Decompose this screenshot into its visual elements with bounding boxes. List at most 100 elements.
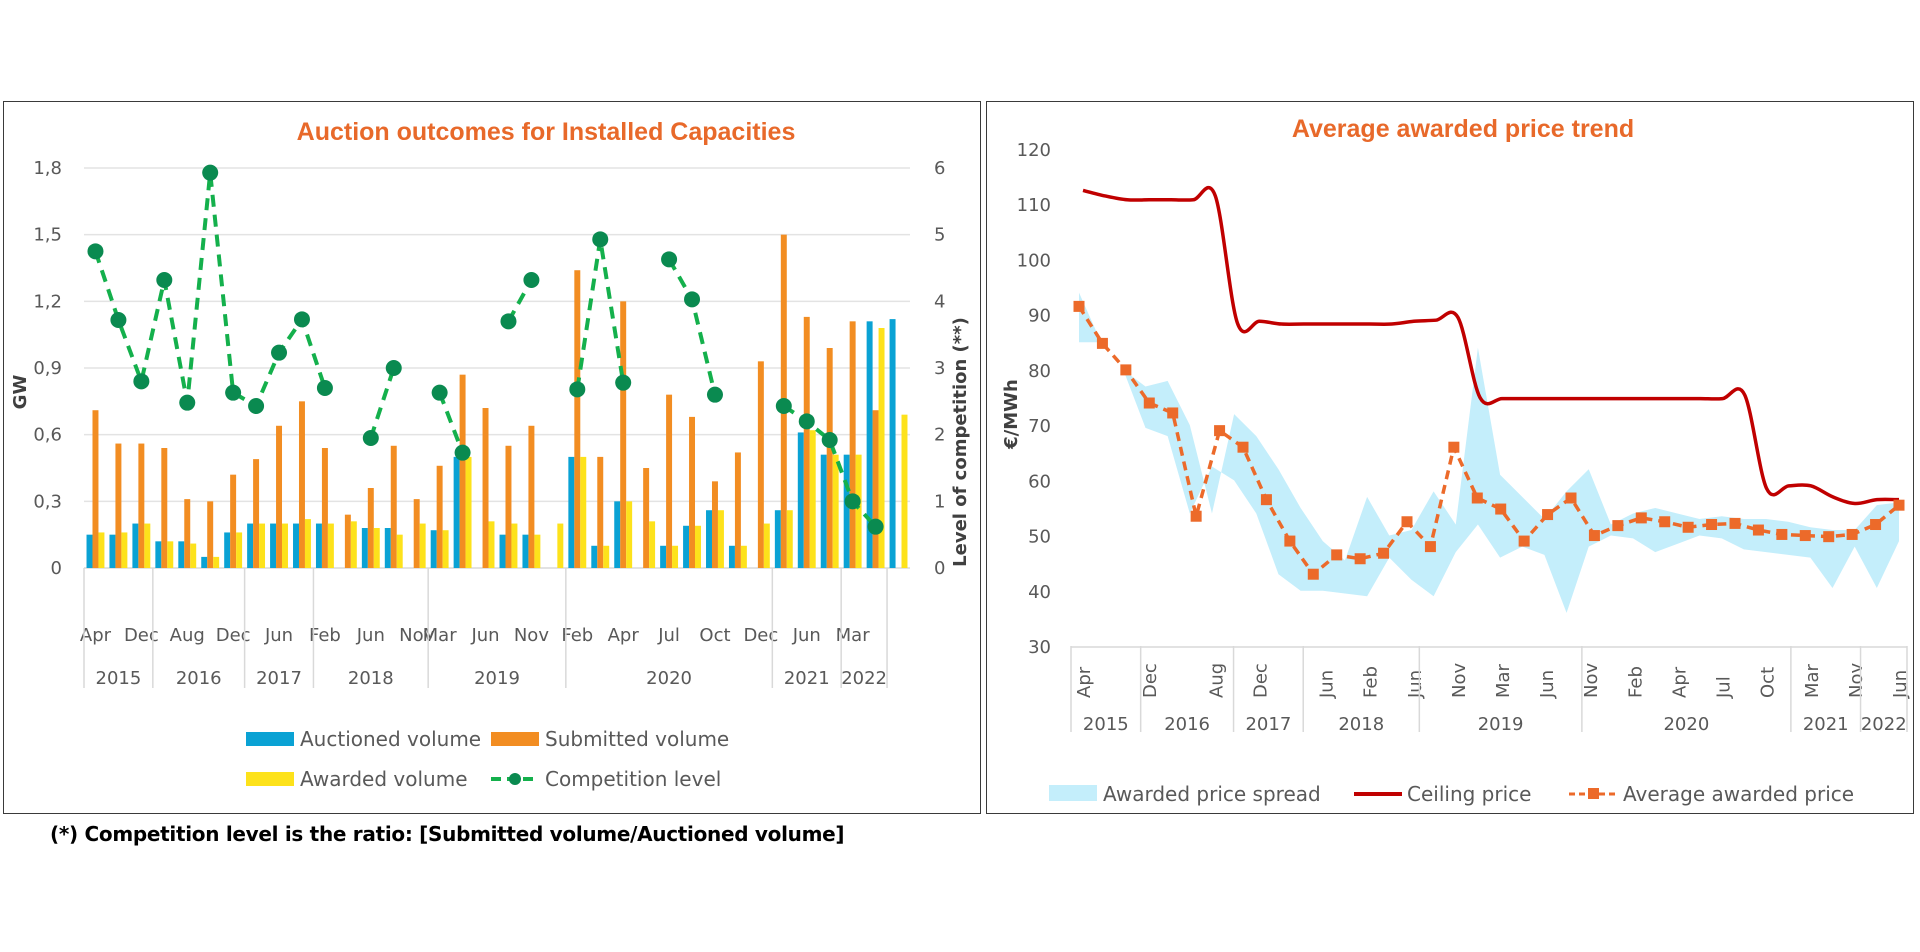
- average-price-marker: [1120, 364, 1132, 376]
- bar-submitted: [92, 410, 99, 568]
- bar-awarded: [901, 414, 908, 568]
- bar-submitted: [711, 481, 718, 568]
- competition-line: [368, 367, 396, 439]
- year-label: 2019: [474, 668, 520, 689]
- competition-point: [431, 384, 448, 401]
- average-price-marker: [1799, 530, 1811, 542]
- average-price-marker: [1331, 549, 1343, 561]
- y-tick-label: 120: [1017, 140, 1051, 161]
- bar-awarded: [190, 543, 197, 568]
- average-price-marker: [1495, 503, 1507, 515]
- legend-label-average: Average awarded price: [1623, 782, 1854, 806]
- y2-tick-label: 3: [934, 358, 945, 379]
- legend-label-competition: Competition level: [545, 767, 721, 791]
- competition-point: [225, 384, 242, 401]
- average-price-marker: [1893, 499, 1905, 511]
- bar-submitted: [803, 316, 810, 568]
- bar-submitted: [482, 408, 489, 568]
- bar-auctioned: [591, 545, 598, 568]
- competition-point: [706, 386, 723, 403]
- year-label: 2018: [348, 668, 394, 689]
- bar-auctioned: [178, 541, 185, 568]
- y2-axis-title: Level of competition (**): [950, 317, 971, 567]
- bar-awarded: [304, 519, 311, 568]
- bar-awarded: [649, 521, 656, 568]
- bar-awarded: [98, 532, 105, 568]
- competition-point: [844, 493, 861, 510]
- competition-point: [592, 231, 609, 248]
- bar-awarded: [534, 534, 541, 568]
- year-label: 2022: [841, 668, 887, 689]
- year-label: 2019: [1478, 714, 1524, 735]
- bar-submitted: [276, 425, 283, 568]
- bar-submitted: [184, 499, 191, 568]
- bar-auctioned: [660, 545, 667, 568]
- y-axis-title: €/MWh: [1001, 379, 1022, 450]
- bar-submitted: [574, 270, 581, 568]
- bar-auctioned: [224, 532, 231, 568]
- y-tick-label: 90: [1028, 306, 1051, 327]
- bar-auctioned: [568, 456, 575, 568]
- bar-submitted: [734, 452, 741, 568]
- bar-awarded: [809, 430, 816, 568]
- average-price-marker: [1073, 300, 1085, 312]
- average-price-marker: [1448, 441, 1460, 453]
- bar-awarded: [465, 456, 472, 568]
- year-label: 2015: [1083, 714, 1129, 735]
- price-trend-chart-panel: Average awarded price trend 30 40 50 60 70 80…: [986, 101, 1914, 814]
- bar-auctioned: [201, 556, 208, 568]
- competition-line: [93, 172, 327, 409]
- competition-point: [821, 432, 838, 448]
- average-price-marker: [1214, 425, 1226, 437]
- bar-awarded: [213, 556, 220, 568]
- bar-awarded: [350, 521, 357, 568]
- bar-submitted: [620, 301, 627, 568]
- average-price-marker: [1401, 516, 1413, 528]
- bar-submitted: [643, 468, 650, 568]
- auction-outcomes-chart-panel: Auction outcomes for Installed Capacitie…: [3, 101, 981, 814]
- y-tick-label: 0,3: [33, 491, 62, 512]
- auction-outcomes-chart: Auction outcomes for Installed Capacitie…: [10, 118, 971, 791]
- y-tick-label: 0: [51, 558, 62, 579]
- bar-submitted: [528, 425, 535, 568]
- competition-point: [316, 380, 333, 396]
- competition-point: [271, 344, 288, 361]
- bar-awarded: [442, 530, 449, 568]
- legend-label-awarded: Awarded volume: [300, 767, 468, 791]
- competition-point: [385, 360, 402, 376]
- y2-tick-label: 4: [934, 291, 945, 312]
- bar-submitted: [505, 445, 512, 568]
- x-tick-label: Oct: [699, 625, 730, 646]
- y-tick-label: 110: [1017, 195, 1051, 216]
- average-price-marker: [1354, 553, 1366, 565]
- bar-awarded: [419, 523, 426, 568]
- bar-auctioned: [109, 534, 116, 568]
- bar-awarded: [763, 523, 770, 568]
- bar-submitted: [436, 465, 443, 568]
- x-tick-label: Mar: [1802, 663, 1823, 698]
- average-price-marker: [1612, 520, 1624, 532]
- x-tick-label: Aug: [170, 625, 205, 646]
- x-tick-label: Jun: [1405, 670, 1426, 699]
- bar-auctioned: [728, 545, 735, 568]
- year-label: 2015: [96, 668, 142, 689]
- average-price-marker: [1870, 519, 1882, 531]
- y2-tick-label: 1: [934, 491, 945, 512]
- bar-submitted: [367, 488, 374, 568]
- x-tick-label: Aug: [1206, 663, 1227, 698]
- bar-submitted: [826, 348, 833, 568]
- average-price-marker: [1565, 492, 1577, 504]
- competition-point: [523, 272, 540, 288]
- x-tick-label: Jun: [1890, 670, 1911, 699]
- bar-auctioned: [430, 530, 437, 568]
- bar-submitted: [390, 445, 397, 568]
- x-tick-label: Jun: [264, 625, 293, 646]
- bar-awarded: [511, 523, 518, 568]
- bar-auctioned: [132, 523, 139, 568]
- price-trend-chart: Average awarded price trend 30 40 50 60 70 80…: [1001, 115, 1911, 806]
- year-label: 2016: [1164, 714, 1210, 735]
- year-label: 2020: [1663, 714, 1709, 735]
- bar-awarded: [580, 456, 587, 568]
- year-label: 2021: [784, 668, 830, 689]
- legend-label-spread: Awarded price spread: [1103, 782, 1321, 806]
